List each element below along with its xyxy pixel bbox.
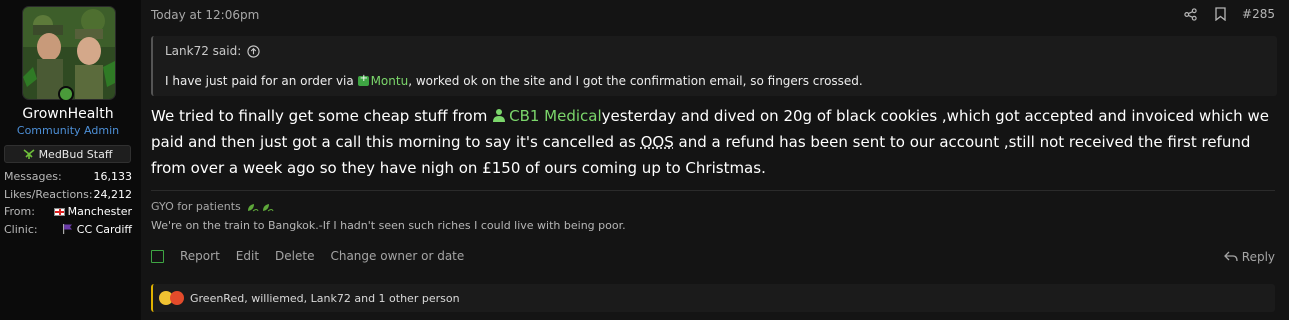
stat-clinic: Clinic: CC Cardiff	[4, 222, 132, 236]
leaf-icon	[247, 203, 274, 211]
reply-icon	[1223, 251, 1238, 262]
select-checkbox[interactable]	[151, 249, 164, 263]
montu-link[interactable]: Montu	[371, 74, 409, 88]
post-tools: #285	[1182, 6, 1275, 22]
reaction-icons	[159, 291, 184, 305]
reactions-bar[interactable]: GreenRed, williemed, Lank72 and 1 other …	[151, 284, 1275, 312]
england-flag-icon	[53, 207, 65, 216]
online-status-icon	[58, 86, 74, 102]
cb1-medical-icon	[493, 109, 506, 122]
post-actions: Report Edit Delete Change owner or date	[151, 249, 464, 263]
change-owner-button[interactable]: Change owner or date	[330, 249, 464, 263]
quote-body: I have just paid for an order via Montu,…	[165, 73, 863, 88]
arrow-up-circle-icon[interactable]	[247, 44, 260, 58]
reactions-list[interactable]: GreenRed, williemed, Lank72 and 1 other …	[190, 292, 460, 305]
quote-block: Lank72 said: I have just paid for an ord…	[151, 36, 1277, 96]
user-title: Community Admin	[16, 124, 120, 137]
share-icon[interactable]	[1182, 6, 1198, 22]
reply-button[interactable]: Reply	[1223, 250, 1275, 264]
leaf-icon	[23, 149, 35, 159]
signature-text: We're on the train to Bangkok.-If I hadn…	[151, 219, 626, 232]
angry-emoji-icon	[170, 291, 184, 305]
montu-icon	[357, 73, 369, 86]
user-sidebar: GrownHealth Community Admin MedBud Staff…	[0, 0, 141, 320]
quote-header: Lank72 said:	[165, 44, 260, 58]
stat-messages: Messages: 16,133	[4, 170, 132, 184]
edit-button[interactable]: Edit	[236, 249, 259, 263]
post-number[interactable]: #285	[1242, 7, 1275, 21]
signature-divider	[151, 190, 1275, 191]
post-timestamp[interactable]: Today at 12:06pm	[151, 8, 259, 22]
quote-author[interactable]: Lank72 said:	[165, 44, 241, 58]
delete-button[interactable]: Delete	[275, 249, 314, 263]
purple-flag-icon	[62, 224, 72, 235]
report-button[interactable]: Report	[180, 249, 220, 263]
stat-reactions: Likes/Reactions: 24,212	[4, 187, 132, 201]
post-message: We tried to finally get some cheap stuff…	[151, 107, 1269, 177]
cb1-medical-link[interactable]: CB1 Medical	[509, 107, 602, 125]
reply-label: Reply	[1241, 250, 1275, 264]
stat-from: From: Manchester	[4, 205, 132, 219]
user-stats: Messages: 16,133 Likes/Reactions: 24,212…	[4, 168, 132, 238]
staff-badge-label: MedBud Staff	[38, 147, 113, 161]
signature-title: GYO for patients	[151, 200, 275, 213]
post-main: Today at 12:06pm #285 Lank72 said: I hav…	[141, 0, 1289, 320]
staff-badge: MedBud Staff	[4, 145, 131, 163]
bookmark-icon[interactable]	[1212, 6, 1228, 22]
oos-abbr[interactable]: OOS	[641, 133, 674, 151]
username[interactable]: GrownHealth	[0, 106, 136, 122]
